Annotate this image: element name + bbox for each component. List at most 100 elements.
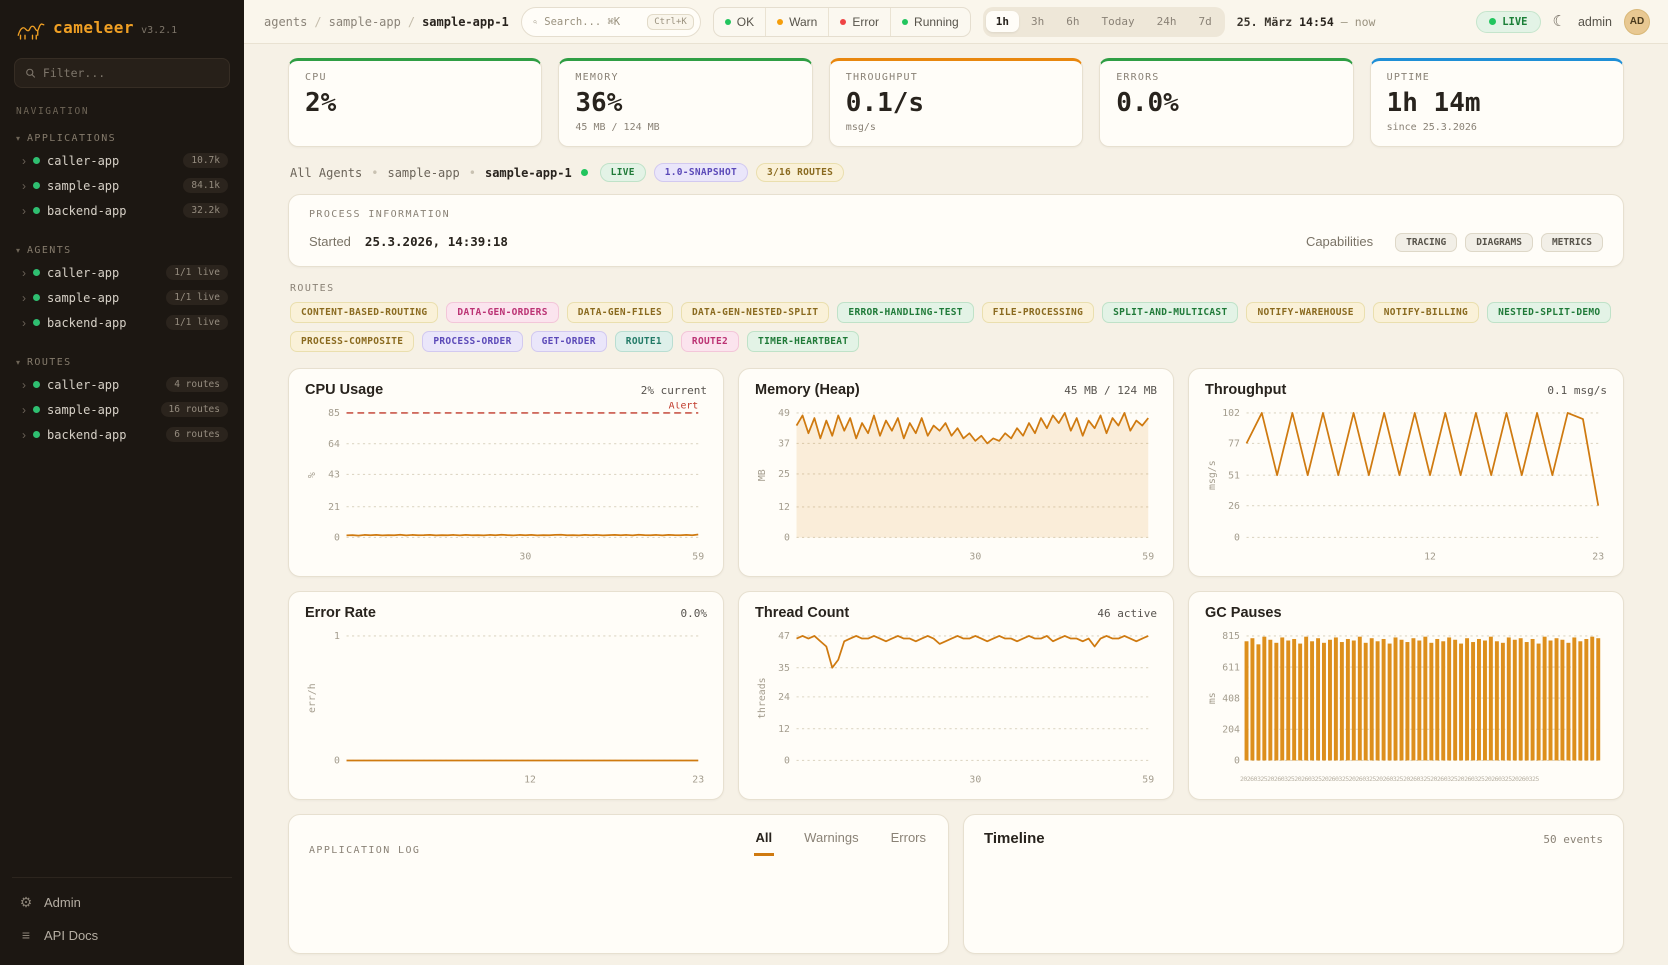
route-badge-data-gen-orders[interactable]: DATA-GEN-ORDERS: [446, 302, 558, 323]
count-badge: 6 routes: [166, 427, 228, 442]
chart-card-cpu-usage: CPU Usage2% current856443210%Alert3059: [288, 368, 724, 577]
sidebar-item-applications-backend-app[interactable]: ›backend-app32.2k: [12, 198, 232, 223]
svg-text:815: 815: [1222, 631, 1240, 642]
section-header-routes[interactable]: ▾ROUTES: [12, 353, 232, 372]
started-label: Started: [309, 234, 351, 249]
route-badge-content-based-routing[interactable]: CONTENT-BASED-ROUTING: [290, 302, 438, 323]
chart-value: 45 MB / 124 MB: [1064, 384, 1157, 397]
filter-ok[interactable]: OK: [714, 8, 765, 36]
live-indicator[interactable]: LIVE: [1476, 11, 1540, 33]
chart-card-error-rate: Error Rate0.0%10err/h1223: [288, 591, 724, 800]
route-badge-get-order[interactable]: GET-ORDER: [531, 331, 607, 352]
timeline-card: Timeline 50 events: [963, 814, 1624, 954]
avatar[interactable]: AD: [1624, 9, 1650, 35]
breadcrumb-agents[interactable]: agents: [264, 15, 307, 29]
sidebar-item-routes-caller-app[interactable]: ›caller-app4 routes: [12, 372, 232, 397]
sidebar-item-routes-backend-app[interactable]: ›backend-app6 routes: [12, 422, 232, 447]
range-3h[interactable]: 3h: [1021, 11, 1054, 32]
route-badge-timer-heartbeat[interactable]: TIMER-HEARTBEAT: [747, 331, 859, 352]
log-tab-all[interactable]: All: [754, 830, 775, 856]
range-today[interactable]: Today: [1091, 11, 1144, 32]
route-badge-notify-billing[interactable]: NOTIFY-BILLING: [1373, 302, 1479, 323]
status-dot: [33, 431, 40, 438]
sidebar-api-docs[interactable]: ≡API Docs: [12, 921, 232, 949]
filter-input[interactable]: [43, 66, 219, 80]
svg-text:77: 77: [1228, 439, 1240, 450]
route-badge-file-processing[interactable]: FILE-PROCESSING: [982, 302, 1094, 323]
svg-text:85: 85: [328, 408, 340, 419]
status-filter-group: OKWarnErrorRunning: [713, 7, 971, 37]
range-6h[interactable]: 6h: [1056, 11, 1089, 32]
route-badge-split-and-multicast[interactable]: SPLIT-AND-MULTICAST: [1102, 302, 1238, 323]
sidebar-filter[interactable]: [14, 58, 230, 88]
status-dot: [33, 381, 40, 388]
breadcrumb-sample-app[interactable]: sample-app: [329, 15, 401, 29]
now-label: now: [1355, 15, 1376, 29]
application-log-title: APPLICATION LOG: [309, 845, 420, 856]
search-box[interactable]: Ctrl+K: [521, 7, 701, 37]
route-badge-error-handling-test[interactable]: ERROR-HANDLING-TEST: [837, 302, 973, 323]
svg-text:23: 23: [1592, 551, 1604, 562]
log-tab-errors[interactable]: Errors: [889, 830, 928, 856]
sidebar-item-agents-backend-app[interactable]: ›backend-app1/1 live: [12, 310, 232, 335]
sidebar-item-applications-sample-app[interactable]: ›sample-app84.1k: [12, 173, 232, 198]
filter-error[interactable]: Error: [828, 8, 890, 36]
search-input[interactable]: [544, 16, 640, 28]
sidebar-item-routes-sample-app[interactable]: ›sample-app16 routes: [12, 397, 232, 422]
route-badge-route1[interactable]: ROUTE1: [615, 331, 673, 352]
range-1h[interactable]: 1h: [986, 11, 1019, 32]
range-7d[interactable]: 7d: [1188, 11, 1221, 32]
sidebar-section-agents: ▾AGENTS›caller-app1/1 live›sample-app1/1…: [12, 241, 232, 335]
chart-title: Thread Count: [755, 605, 849, 621]
route-badge-notify-warehouse[interactable]: NOTIFY-WAREHOUSE: [1246, 302, 1364, 323]
svg-text:59: 59: [692, 551, 704, 562]
filter-running[interactable]: Running: [890, 8, 970, 36]
chevron-right-icon: ›: [22, 429, 26, 441]
chart-title: Memory (Heap): [755, 382, 860, 398]
agent-live-dot: [581, 169, 588, 176]
svg-text:26: 26: [1228, 501, 1240, 512]
route-badge-route2[interactable]: ROUTE2: [681, 331, 739, 352]
count-badge: 32.2k: [183, 203, 228, 218]
svg-text:12: 12: [1424, 551, 1436, 562]
filter-warn[interactable]: Warn: [765, 8, 828, 36]
app-name: cameleer: [53, 18, 134, 37]
chart-value: 0.0%: [681, 607, 708, 620]
route-badge-data-gen-nested-split[interactable]: DATA-GEN-NESTED-SPLIT: [681, 302, 829, 323]
chart-card-thread-count: Thread Count46 active473524120threads305…: [738, 591, 1174, 800]
svg-text:35: 35: [778, 663, 790, 674]
svg-text:threads: threads: [757, 678, 768, 719]
context-crumb-all-agents[interactable]: All Agents: [290, 166, 362, 180]
sidebar-item-applications-caller-app[interactable]: ›caller-app10.7k: [12, 148, 232, 173]
sidebar-item-agents-sample-app[interactable]: ›sample-app1/1 live: [12, 285, 232, 310]
count-badge: 10.7k: [183, 153, 228, 168]
chevron-right-icon: ›: [22, 292, 26, 304]
section-header-agents[interactable]: ▾AGENTS: [12, 241, 232, 260]
range-24h[interactable]: 24h: [1147, 11, 1187, 32]
svg-text:0: 0: [334, 756, 340, 767]
svg-text:47: 47: [778, 631, 790, 642]
context-crumb-sample-app[interactable]: sample-app: [387, 166, 459, 180]
svg-text:204: 204: [1222, 725, 1240, 736]
svg-text:59: 59: [1142, 774, 1154, 785]
camel-logo-icon: [16, 18, 46, 42]
section-header-applications[interactable]: ▾APPLICATIONS: [12, 129, 232, 148]
application-log-card: APPLICATION LOG All Warnings Errors: [288, 814, 949, 954]
route-badge-process-order[interactable]: PROCESS-ORDER: [422, 331, 522, 352]
chart-title: Error Rate: [305, 605, 376, 621]
svg-text:0: 0: [334, 533, 340, 544]
chart-value: 2% current: [641, 384, 707, 397]
route-badge-data-gen-files[interactable]: DATA-GEN-FILES: [567, 302, 673, 323]
theme-toggle-button[interactable]: ☾: [1553, 14, 1566, 29]
sidebar-item-agents-caller-app[interactable]: ›caller-app1/1 live: [12, 260, 232, 285]
route-badge-nested-split-demo[interactable]: NESTED-SPLIT-DEMO: [1487, 302, 1611, 323]
svg-text:msg/s: msg/s: [1207, 460, 1218, 490]
chart-title: GC Pauses: [1205, 605, 1282, 621]
svg-text:24: 24: [778, 692, 790, 703]
route-badge-process-composite[interactable]: PROCESS-COMPOSITE: [290, 331, 414, 352]
status-dot: [902, 19, 908, 25]
sidebar-admin[interactable]: ⚙Admin: [12, 888, 232, 917]
svg-text:12: 12: [524, 774, 536, 785]
log-tab-warnings[interactable]: Warnings: [802, 830, 860, 856]
section-caret-icon: ▾: [16, 246, 20, 255]
